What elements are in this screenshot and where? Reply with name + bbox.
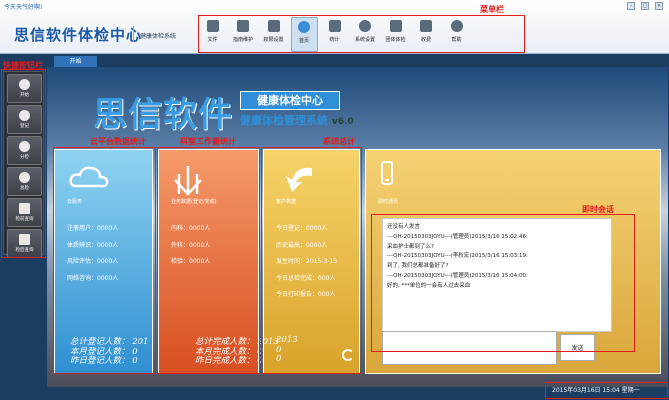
status-datetime: 2015年03月16日 15:04 星期一 <box>552 387 640 394</box>
center-badge: 健康体检中心 <box>240 91 340 110</box>
system-name: 健康体检管理系统 v6.0 <box>240 112 354 128</box>
sidebar-highlight <box>1 69 46 258</box>
dept-highlight <box>157 147 260 374</box>
app-title: 思信软件体检中心 <box>14 26 143 44</box>
phone-icon <box>381 161 393 185</box>
toolbar-annotation: 菜单栏 <box>480 5 504 14</box>
greeting-text: 今天天气好啊! <box>4 4 43 11</box>
version-text: v6.0 <box>331 117 354 127</box>
window-controls: – □ × <box>627 2 663 10</box>
tab-start[interactable]: 开始 <box>54 56 97 67</box>
toolbar-highlight <box>198 15 525 53</box>
cloud-annotation: 云平台数据统计 <box>90 137 146 146</box>
maximize-icon[interactable]: □ <box>641 2 649 10</box>
system-name-text: 健康体检管理系统 <box>240 114 328 127</box>
app-subtitle: 健康体检系统 <box>140 33 177 40</box>
brand-logo: 思信软件 <box>93 95 233 135</box>
dept-annotation: 科室工作量统计 <box>180 137 236 146</box>
chat-highlight <box>371 214 635 352</box>
minimize-icon[interactable]: – <box>627 2 635 10</box>
cloud-highlight <box>53 147 156 374</box>
sys-highlight <box>261 147 362 374</box>
title-divider <box>133 26 134 42</box>
close-icon[interactable]: × <box>655 2 663 10</box>
chat-annotation: 即时会话 <box>582 205 614 214</box>
card-title: 即时通讯 <box>378 199 399 205</box>
sys-annotation: 系统总计 <box>323 137 355 146</box>
